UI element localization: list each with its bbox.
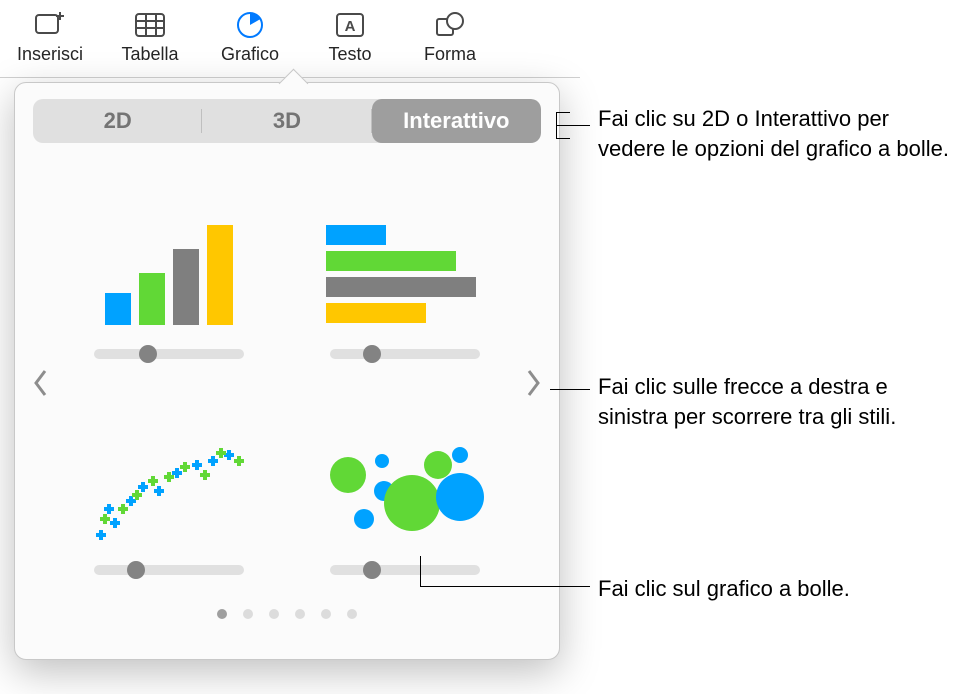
plus-frame-icon: [32, 8, 68, 42]
tab-interactive[interactable]: Interattivo: [372, 99, 541, 143]
chevron-left-icon: [32, 368, 50, 398]
toolbar-label-text: Testo: [328, 44, 371, 65]
shapes-icon: [432, 8, 468, 42]
toolbar-label-insert: Inserisci: [17, 44, 83, 65]
next-style-button[interactable]: [519, 358, 547, 408]
piechart-icon: [232, 8, 268, 42]
page-dot[interactable]: [295, 609, 305, 619]
interactive-bubble-chart[interactable]: [305, 401, 505, 581]
column-chart-thumb: [84, 205, 254, 335]
toolbar-label-shape: Forma: [424, 44, 476, 65]
toolbar-item-text[interactable]: A Testo: [300, 8, 400, 77]
toolbar-label-chart: Grafico: [221, 44, 279, 65]
table-icon: [132, 8, 168, 42]
toolbar-label-table: Tabella: [121, 44, 178, 65]
previous-style-button[interactable]: [27, 358, 55, 408]
page-dot[interactable]: [217, 609, 227, 619]
bubble-chart-thumb: [320, 421, 490, 551]
chart-popover: 2D 3D Interattivo: [14, 82, 560, 660]
chart-style-area: [33, 163, 541, 603]
page-dot[interactable]: [269, 609, 279, 619]
chart-style-grid: [33, 163, 541, 603]
interactive-scatter-chart[interactable]: [69, 401, 269, 581]
textbox-icon: A: [332, 8, 368, 42]
tab-3d[interactable]: 3D: [202, 99, 371, 143]
bar-chart-thumb: [320, 205, 490, 335]
page-dot[interactable]: [321, 609, 331, 619]
toolbar-item-shape[interactable]: Forma: [400, 8, 500, 77]
toolbar: Inserisci Tabella Grafico A Testo Forma: [0, 0, 580, 78]
page-dot[interactable]: [243, 609, 253, 619]
svg-text:A: A: [345, 18, 356, 35]
scatter-chart-thumb: [84, 421, 254, 551]
style-slider[interactable]: [94, 565, 244, 575]
style-slider[interactable]: [330, 565, 480, 575]
page-indicator: [33, 609, 541, 619]
chevron-right-icon: [524, 368, 542, 398]
interactive-bar-chart[interactable]: [305, 185, 505, 365]
toolbar-item-insert[interactable]: Inserisci: [0, 8, 100, 77]
page-dot[interactable]: [347, 609, 357, 619]
style-slider[interactable]: [94, 349, 244, 359]
toolbar-item-chart[interactable]: Grafico: [200, 8, 300, 77]
style-slider[interactable]: [330, 349, 480, 359]
interactive-column-chart[interactable]: [69, 185, 269, 365]
toolbar-item-table[interactable]: Tabella: [100, 8, 200, 77]
tab-2d[interactable]: 2D: [33, 99, 202, 143]
chart-type-segment: 2D 3D Interattivo: [33, 99, 541, 143]
